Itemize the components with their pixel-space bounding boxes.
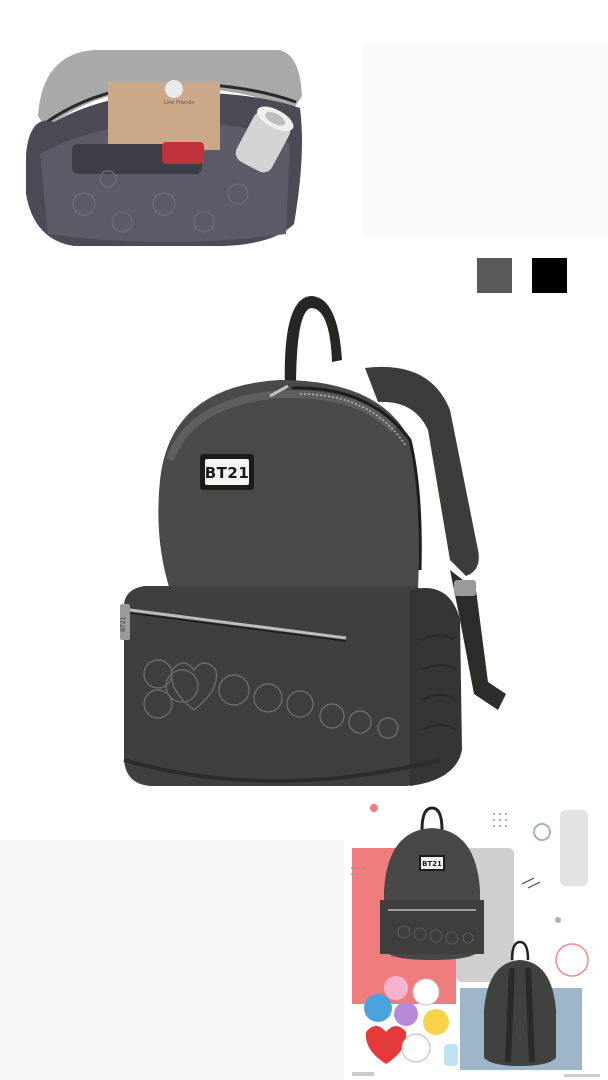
background-panel <box>362 45 608 235</box>
zipper-pull-text: BT21 <box>120 616 127 632</box>
collage-badge: BT21 <box>422 860 442 868</box>
color-swatch-gray[interactable] <box>477 258 512 293</box>
brand-badge: BT21 <box>205 464 250 482</box>
product-collage: BT21 <box>344 800 608 1080</box>
backpack-image: BT21 BT21 <box>120 296 506 786</box>
card-text: Line Friends <box>164 100 194 106</box>
color-swatch-black[interactable] <box>532 258 567 293</box>
interior-photo: Line Friends <box>24 44 306 246</box>
